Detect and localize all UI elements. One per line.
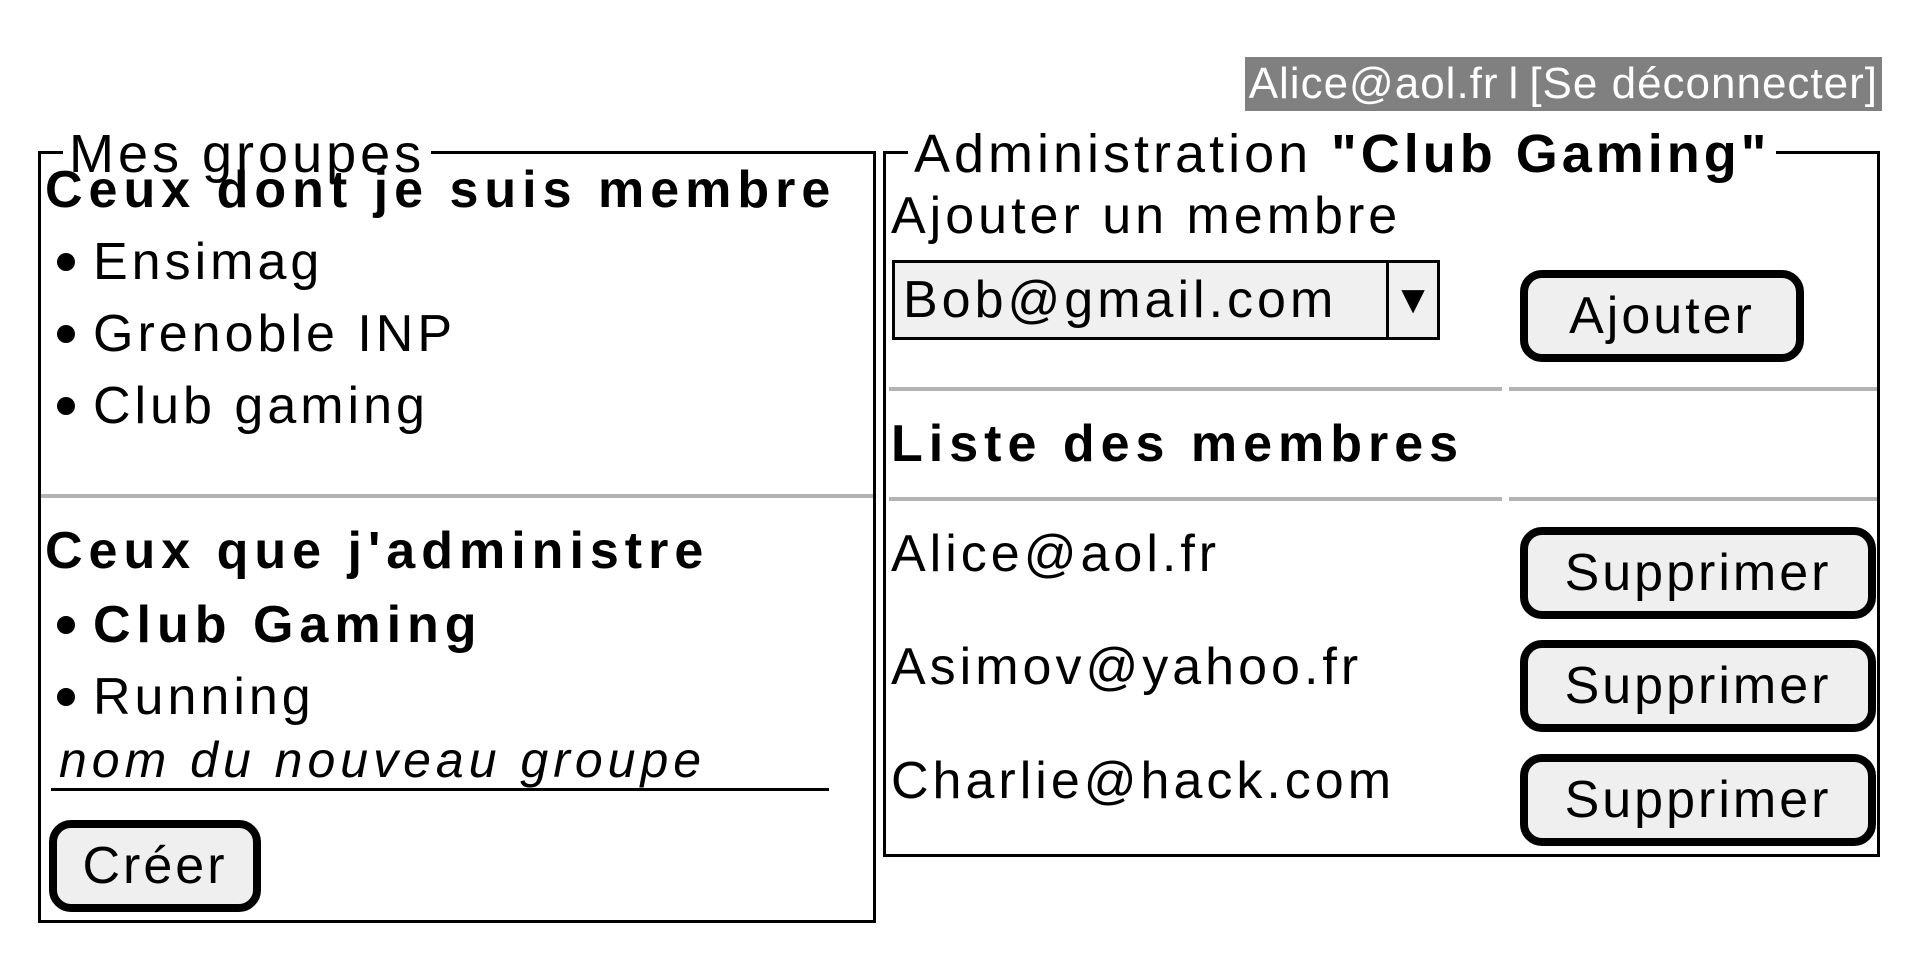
bullet-icon <box>57 688 75 706</box>
add-member-select[interactable]: Bob@gmail.com ▼ <box>892 260 1440 340</box>
member-group-label: Ensimag <box>93 233 324 291</box>
member-group-item[interactable]: Grenoble INP <box>57 304 456 364</box>
admin-group-item-selected[interactable]: Club Gaming <box>57 595 483 655</box>
groups-panel: Mes groupes Ceux dont je suis membre Ens… <box>38 124 876 923</box>
bullet-icon <box>57 325 75 343</box>
members-list-heading: Liste des membres <box>891 415 1465 473</box>
add-member-select-value: Bob@gmail.com <box>903 271 1338 329</box>
section-divider <box>41 494 873 498</box>
create-group-button[interactable]: Créer <box>49 820 261 912</box>
member-group-item[interactable]: Club gaming <box>57 376 429 436</box>
admin-group-label: Club Gaming <box>93 596 483 654</box>
member-group-label: Club gaming <box>93 377 429 435</box>
delete-member-button[interactable]: Supprimer <box>1520 754 1876 846</box>
logout-link[interactable]: [Se déconnecter] <box>1529 59 1878 108</box>
admin-group-item[interactable]: Running <box>57 667 315 727</box>
member-email: Charlie@hack.com <box>891 752 1396 810</box>
table-divider <box>1509 387 1877 391</box>
member-groups-heading: Ceux dont je suis membre <box>45 161 837 219</box>
member-group-item[interactable]: Ensimag <box>57 232 323 292</box>
bullet-icon <box>57 397 75 415</box>
add-member-label: Ajouter un membre <box>891 187 1402 245</box>
table-divider <box>889 387 1502 391</box>
member-email: Alice@aol.fr <box>891 525 1221 583</box>
column-gap <box>1503 154 1506 854</box>
admin-panel: Administration "Club Gaming" Ajouter un … <box>883 124 1880 857</box>
admin-groups-heading: Ceux que j'administre <box>45 522 710 580</box>
member-email: Asimov@yahoo.fr <box>891 638 1363 696</box>
dropdown-arrow-icon[interactable]: ▼ <box>1386 263 1437 337</box>
delete-member-button[interactable]: Supprimer <box>1520 640 1876 732</box>
admin-panel-group-name: "Club Gaming" <box>1331 124 1771 184</box>
admin-panel-title: Administration "Club Gaming" <box>908 124 1777 184</box>
table-divider <box>889 497 1502 501</box>
bullet-icon <box>57 253 75 271</box>
delete-member-button[interactable]: Supprimer <box>1520 527 1876 619</box>
bullet-icon <box>57 616 75 634</box>
user-bar: Alice@aol.fr l [Se déconnecter] <box>1244 57 1882 111</box>
new-group-name-input[interactable] <box>51 732 829 791</box>
add-member-button[interactable]: Ajouter <box>1520 270 1804 362</box>
admin-group-label: Running <box>93 668 315 726</box>
table-divider <box>1509 497 1877 501</box>
user-email: Alice@aol.fr <box>1248 59 1499 108</box>
member-group-label: Grenoble INP <box>93 305 457 363</box>
admin-panel-title-prefix: Administration <box>914 124 1313 184</box>
user-bar-separator: l <box>1508 59 1520 108</box>
